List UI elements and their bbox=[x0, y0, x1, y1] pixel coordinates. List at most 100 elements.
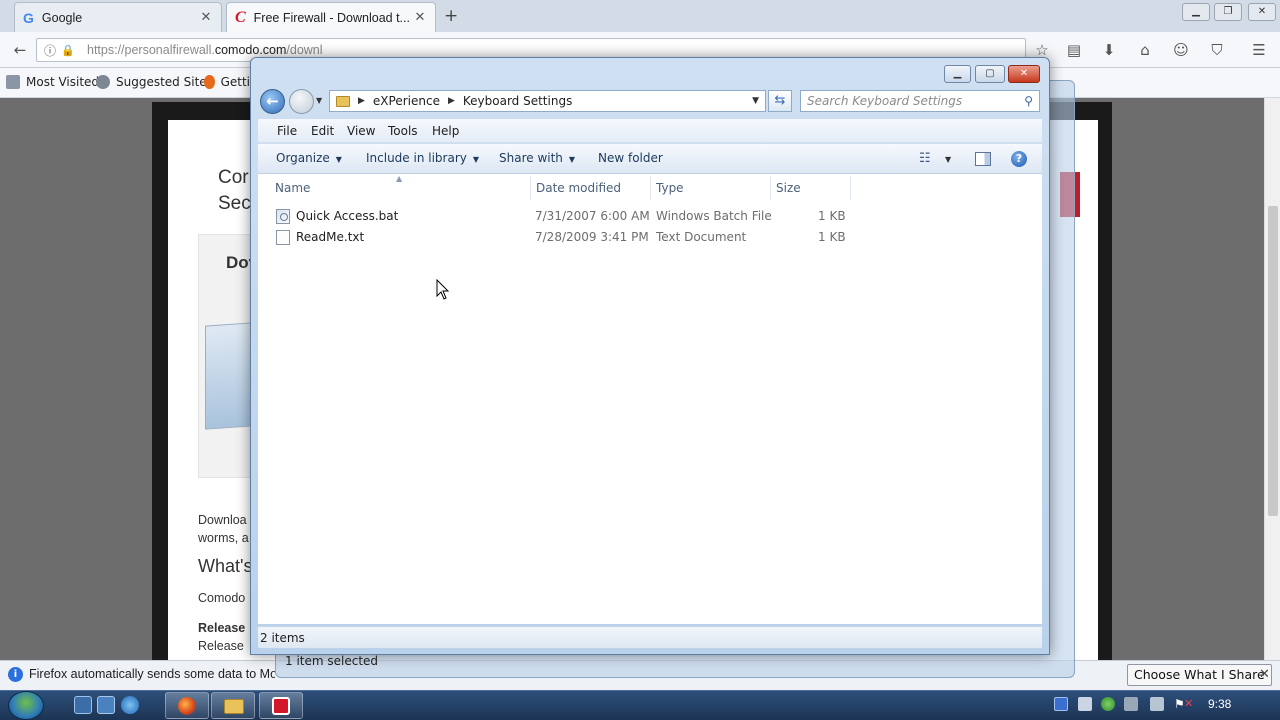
column-header-date[interactable]: Date modified bbox=[536, 181, 621, 195]
chat-icon[interactable]: ☺ bbox=[1171, 40, 1191, 60]
explorer-maximize-button[interactable]: ▢ bbox=[975, 65, 1005, 83]
language-icon[interactable] bbox=[1054, 697, 1068, 711]
column-divider[interactable] bbox=[530, 176, 531, 200]
background-status-bar: 1 item selected bbox=[277, 652, 1067, 672]
file-row-quick-access[interactable]: Quick Access.bat 7/31/2007 6:00 AM Windo… bbox=[272, 207, 852, 227]
organize-label: Organize bbox=[276, 151, 330, 165]
preview-pane-icon[interactable] bbox=[975, 152, 991, 166]
tab-comodo[interactable]: C Free Firewall - Download t... ✕ bbox=[226, 2, 436, 32]
close-window-button[interactable]: ✕ bbox=[1248, 3, 1276, 21]
notification-text: Firefox automatically sends some data to… bbox=[29, 667, 275, 681]
file-size: 1 KB bbox=[818, 230, 846, 244]
menu-help[interactable]: Help bbox=[432, 124, 459, 138]
minimize-button[interactable]: ▁ bbox=[1182, 3, 1210, 21]
release-label: Release bbox=[198, 621, 246, 635]
refresh-button[interactable]: ⇆ bbox=[768, 90, 792, 112]
share-label: Share with bbox=[499, 151, 563, 165]
switch-windows-icon[interactable] bbox=[97, 696, 115, 714]
file-size: 1 KB bbox=[818, 209, 846, 223]
info-icon: i bbox=[8, 667, 23, 682]
tab-title: Google bbox=[41, 10, 83, 25]
column-divider[interactable] bbox=[850, 176, 851, 200]
view-options-icon[interactable]: ☷ bbox=[919, 151, 931, 166]
internet-explorer-icon[interactable] bbox=[121, 696, 139, 714]
bookmark-most-visited[interactable]: Most Visited bbox=[6, 75, 99, 89]
menu-icon[interactable]: ☰ bbox=[1249, 40, 1269, 60]
breadcrumb-experience[interactable]: eXPerience bbox=[373, 94, 440, 108]
show-desktop-icon[interactable] bbox=[74, 696, 92, 714]
page-scrollbar[interactable] bbox=[1264, 98, 1280, 660]
column-divider[interactable] bbox=[650, 176, 651, 200]
scrollbar-thumb[interactable] bbox=[1268, 206, 1278, 516]
taskbar-firefox-button[interactable] bbox=[165, 692, 209, 719]
file-row-readme[interactable]: ReadMe.txt 7/28/2009 3:41 PM Text Docume… bbox=[272, 228, 852, 248]
file-date: 7/28/2009 3:41 PM bbox=[535, 230, 649, 244]
file-name: Quick Access.bat bbox=[296, 209, 399, 223]
explorer-close-button[interactable]: ✕ bbox=[1008, 65, 1040, 83]
batch-file-icon bbox=[276, 209, 290, 224]
download-icon[interactable]: ⬇ bbox=[1099, 40, 1119, 60]
paragraph-line: worms, a bbox=[198, 531, 249, 545]
column-divider[interactable] bbox=[770, 176, 771, 200]
address-bar[interactable]: ▶ eXPerience ▶ Keyboard Settings ▼ bbox=[329, 90, 766, 112]
include-in-library-button[interactable]: Include in library ▼ bbox=[366, 151, 479, 165]
taskbar-explorer-button[interactable] bbox=[211, 692, 255, 719]
info-icon[interactable]: ⓘ bbox=[40, 41, 60, 61]
chevron-right-icon[interactable]: ▶ bbox=[448, 96, 455, 106]
reading-list-icon[interactable]: ▤ bbox=[1064, 40, 1084, 60]
column-header-type[interactable]: Type bbox=[656, 181, 684, 195]
network-icon[interactable] bbox=[1150, 697, 1164, 711]
close-icon[interactable]: ✕ bbox=[1259, 667, 1270, 682]
choose-what-i-share-button[interactable]: Choose What I Share bbox=[1127, 664, 1272, 686]
release-text: Release bbox=[198, 639, 244, 653]
menu-tools[interactable]: Tools bbox=[388, 124, 418, 138]
column-header-name[interactable]: Name bbox=[275, 181, 310, 195]
chevron-down-icon[interactable]: ▼ bbox=[752, 96, 759, 106]
page-paragraph: Comodo bbox=[198, 591, 246, 605]
help-icon[interactable]: ? bbox=[1011, 151, 1027, 167]
url-prefix: https://personalfirewall. bbox=[87, 43, 215, 57]
bookmark-label: Most Visited bbox=[26, 75, 100, 89]
organize-button[interactable]: Organize ▼ bbox=[276, 151, 342, 165]
tab-google[interactable]: G Google ✕ bbox=[14, 2, 222, 32]
close-icon[interactable]: ✕ bbox=[413, 10, 427, 25]
menu-view[interactable]: View bbox=[347, 124, 375, 138]
back-button[interactable]: ← bbox=[260, 89, 285, 114]
file-type: Text Document bbox=[656, 230, 747, 244]
close-icon[interactable]: ✕ bbox=[199, 10, 213, 25]
breadcrumb-keyboard-settings[interactable]: Keyboard Settings bbox=[463, 94, 572, 108]
new-folder-button[interactable]: New folder bbox=[598, 151, 663, 165]
suggested-sites-icon bbox=[96, 75, 110, 89]
bookmark-label: Getti bbox=[220, 75, 250, 89]
volume-muted-icon[interactable]: ✕ bbox=[1184, 697, 1198, 711]
clock[interactable]: 9:38 bbox=[1208, 697, 1231, 711]
text-file-icon bbox=[276, 230, 290, 245]
folder-icon bbox=[224, 699, 244, 714]
restore-button[interactable]: ❐ bbox=[1214, 3, 1242, 21]
search-icon[interactable]: ⚲ bbox=[1024, 91, 1033, 111]
search-input[interactable]: Search Keyboard Settings ⚲ bbox=[800, 90, 1040, 112]
back-arrow-icon[interactable]: ← bbox=[10, 40, 30, 60]
explorer-minimize-button[interactable]: ▁ bbox=[944, 65, 971, 83]
home-icon[interactable]: ⌂ bbox=[1135, 40, 1155, 60]
bookmark-getting-started[interactable]: Getti bbox=[204, 75, 250, 89]
new-tab-button[interactable]: + bbox=[444, 6, 458, 26]
sort-indicator-icon: ▲ bbox=[396, 174, 403, 183]
pocket-icon[interactable]: ⛉ bbox=[1207, 40, 1227, 60]
tray-app-icon[interactable] bbox=[1124, 697, 1138, 711]
chevron-down-icon[interactable]: ▼ bbox=[945, 155, 951, 164]
menu-edit[interactable]: Edit bbox=[311, 124, 334, 138]
include-label: Include in library bbox=[366, 151, 467, 165]
chevron-right-icon[interactable]: ▶ bbox=[358, 96, 365, 106]
google-icon: G bbox=[23, 9, 34, 26]
security-status-icon[interactable] bbox=[1101, 697, 1115, 711]
menu-file[interactable]: File bbox=[277, 124, 297, 138]
bookmark-suggested-sites[interactable]: Suggested Sites bbox=[96, 75, 213, 89]
share-with-button[interactable]: Share with ▼ bbox=[499, 151, 575, 165]
forward-button[interactable] bbox=[289, 89, 314, 114]
start-button[interactable] bbox=[8, 691, 44, 720]
taskbar-comodo-button[interactable] bbox=[259, 692, 303, 719]
tray-device-icon[interactable] bbox=[1078, 697, 1092, 711]
column-header-size[interactable]: Size bbox=[776, 181, 801, 195]
recent-pages-dropdown[interactable]: ▼ bbox=[316, 96, 322, 105]
